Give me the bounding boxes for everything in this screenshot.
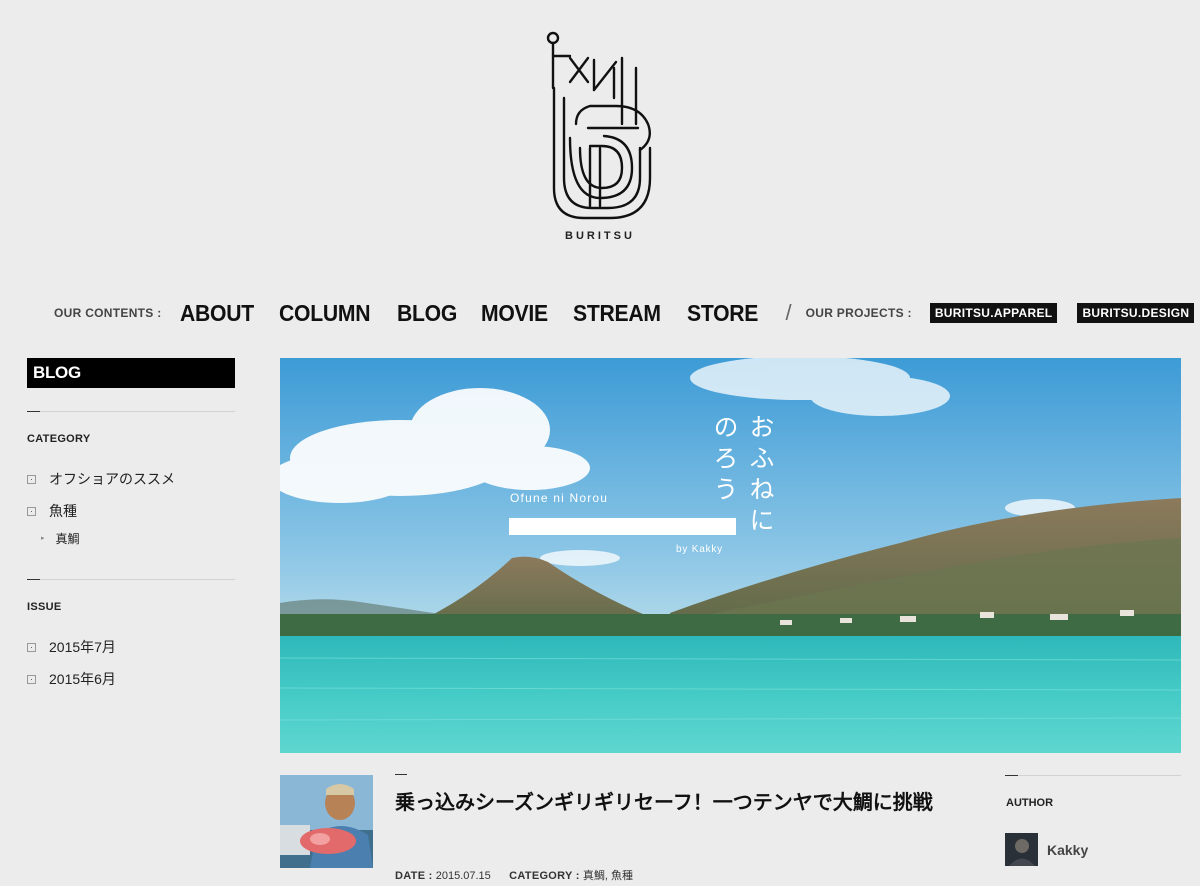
buritsu-logo-icon[interactable] (540, 28, 666, 224)
issue-item-2015-07[interactable]: 2015年7月 (27, 631, 235, 663)
author-heading: AUTHOR (1006, 797, 1054, 809)
category-item-offshore[interactable]: オフショアのススメ (27, 463, 235, 495)
author-divider (1005, 775, 1181, 776)
triangle-bullet-icon: ▸ (41, 535, 45, 542)
hero-title-en: Ofune ni Norou (510, 491, 609, 505)
category-subitem-madai[interactable]: ▸ 真鯛 (27, 527, 235, 549)
nav-link-stream[interactable]: STREAM (573, 300, 661, 327)
project-link-apparel[interactable]: BURITSU.APPAREL (929, 303, 1058, 323)
divider (27, 411, 235, 412)
post-thumbnail-photo (280, 775, 373, 868)
post-date: 2015.07.15 (435, 870, 491, 882)
main-nav: OUR CONTENTS : ABOUT COLUMN BLOG MOVIE S… (54, 296, 1200, 330)
nav-link-column[interactable]: COLUMN (279, 300, 370, 327)
bullet-box-icon (27, 506, 36, 516)
date-label: DATE : (395, 870, 433, 882)
site-wordmark[interactable]: BURITSU (0, 230, 1200, 242)
issue-heading: ISSUE (27, 601, 62, 613)
bullet-box-icon (27, 642, 36, 652)
avatar[interactable] (1005, 833, 1038, 866)
post-title-link[interactable]: 乗っ込みシーズンギリギリセーフ！一つテンヤで大鯛に挑戦 (395, 786, 965, 820)
sidebar: BLOG CATEGORY オフショアのススメ 魚種 ▸ 真鯛 ISSUE 20… (27, 358, 235, 695)
our-contents-caption: OUR CONTENTS : (54, 306, 162, 320)
author-avatar-photo (1005, 833, 1038, 866)
category-label: CATEGORY : (509, 870, 580, 882)
author-name-link[interactable]: Kakky (1047, 842, 1088, 858)
hero-banner[interactable]: おふねに のろう Ofune ni Norou by Kakky (280, 358, 1181, 753)
bullet-box-icon (27, 474, 36, 484)
category-heading: CATEGORY (27, 433, 91, 445)
sidebar-title: BLOG (27, 358, 235, 388)
nav-separator: / (785, 300, 792, 325)
hero-title-jp-col2: のろう (710, 414, 739, 507)
issue-item-2015-06[interactable]: 2015年6月 (27, 663, 235, 695)
category-label: 魚種 (49, 503, 77, 519)
hero-title-bar (509, 518, 736, 535)
post-categories[interactable]: 真鯛, 魚種 (583, 870, 633, 882)
our-projects-caption: OUR PROJECTS : (805, 306, 912, 320)
project-link-design[interactable]: BURITSU.DESIGN (1077, 303, 1195, 323)
category-item-fish-species[interactable]: 魚種 (27, 495, 235, 527)
nav-link-blog[interactable]: BLOG (397, 300, 457, 327)
nav-link-movie[interactable]: MOVIE (481, 300, 548, 327)
issue-label: 2015年6月 (49, 671, 116, 687)
nav-link-store[interactable]: STORE (687, 300, 758, 327)
post-divider (395, 774, 407, 775)
site-header: BURITSU (0, 0, 1200, 260)
post-thumbnail[interactable] (280, 775, 373, 868)
divider (27, 579, 235, 580)
hero-byline: by Kakky (676, 544, 723, 555)
issue-label: 2015年7月 (49, 639, 116, 655)
hero-title-jp-col1: おふねに (746, 414, 775, 538)
bullet-box-icon (27, 674, 36, 684)
post-meta: DATE : 2015.07.15 CATEGORY : 真鯛, 魚種 (395, 867, 633, 883)
subcategory-label: 真鯛 (55, 531, 80, 546)
nav-link-about[interactable]: ABOUT (180, 300, 254, 327)
category-label: オフショアのススメ (49, 471, 175, 487)
